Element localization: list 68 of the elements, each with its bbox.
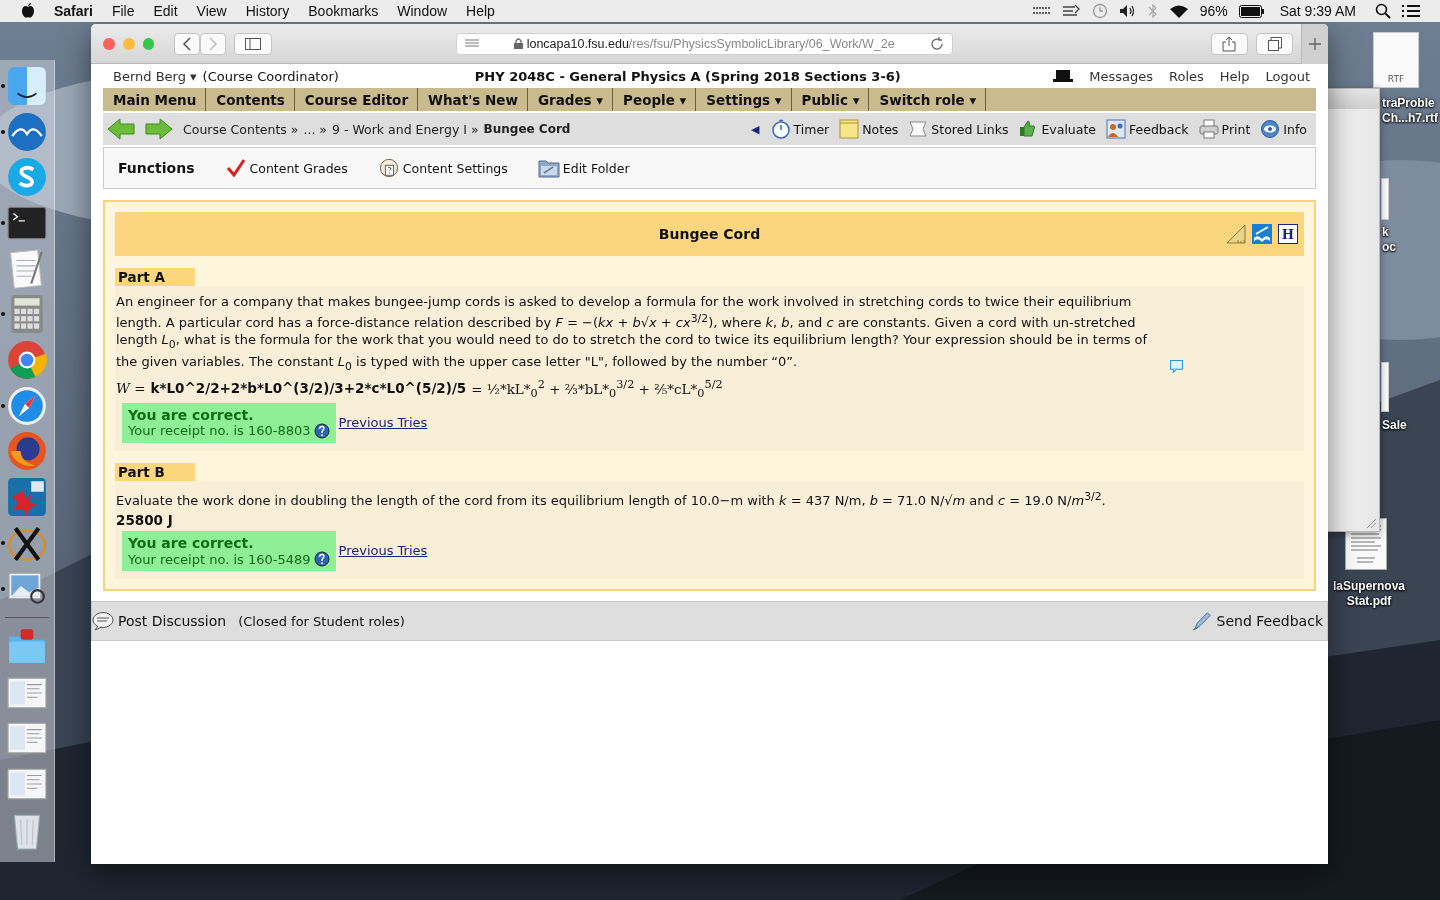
header-link[interactable]: Roles <box>1169 68 1204 84</box>
submitted-answer: k*L0^2/2+2*b*L0^(3/2)/3+2*c*L0^(5/2)/5 <box>150 380 467 396</box>
menu-item[interactable]: Window <box>397 3 448 19</box>
answer-variable: W = <box>116 380 146 396</box>
menu-item[interactable]: Edit <box>153 3 178 19</box>
collapse-toggle[interactable]: ◀ <box>751 122 760 136</box>
tool-link[interactable]: Evaluate <box>1041 121 1097 137</box>
discussion-note: (Closed for Student roles) <box>238 613 405 629</box>
nav-link[interactable]: Main Menu <box>103 88 207 111</box>
header-link[interactable]: Help <box>1219 68 1250 84</box>
breadcrumb-link[interactable]: Course Contents » <box>183 121 299 137</box>
header-link[interactable]: Messages <box>1089 68 1154 84</box>
tool-link[interactable]: Stored Links <box>931 121 1009 137</box>
status-text: You are correct. <box>128 535 255 552</box>
header-link[interactable]: Logout <box>1265 68 1310 84</box>
nav-link[interactable]: Grades ▾ <box>527 88 614 111</box>
user-menu[interactable]: Bernd Berg ▾ <box>113 68 197 84</box>
functions-label: Functions <box>118 160 195 176</box>
previous-tries-link[interactable]: Previous Tries <box>338 543 428 559</box>
file-name[interactable]: Ch...h7.rtf <box>1382 111 1438 126</box>
question-text: An engineer for a company that makes bungee-jump cords is asked to develop a formula for the work involved in stretching cords to twice their equilibrium length. A particular cord has a force-distance relation described by F = −(kx + b√x + cx$^{3/2}$), where k, b, and c are constants. Given a cord with un-stretched length L$_{0}$, what is the formula for the work that you would need to do to stretch the cord to twice its equilibrium length? Your expression should be in terms of the given variables. The constant L$_{0}$ is typed with the upper case letter "L", followed by the number “0”. <box>116 293 1149 375</box>
menu-item[interactable]: File <box>111 3 135 19</box>
tool-link[interactable]: Print <box>1221 121 1251 137</box>
question-text: Evaluate the work done in doubling the length of the cord from its equilibrium length of 10.0−m with k = 437 N/m, b = 71.0 N/√m and c = 19.0 N/m$^{3/2}$. <box>116 488 1107 510</box>
course-title: PHY 2048C - General Physics A (Spring 2018 Sections 3-6) <box>474 68 901 84</box>
menu-item[interactable]: History <box>245 3 290 19</box>
menu-clock[interactable]: Sat 9:39 AM <box>1279 3 1356 19</box>
nav-link[interactable]: Public ▾ <box>791 88 870 111</box>
tool-link[interactable]: Feedback <box>1129 121 1189 137</box>
role-label: (Course Coordinator) <box>202 68 339 84</box>
status-text: You are correct. <box>128 406 255 423</box>
tool-link[interactable]: Info <box>1283 121 1307 137</box>
current-page: Bungee Cord <box>483 122 571 136</box>
part-label: Part B <box>115 462 195 481</box>
nav-link[interactable]: People ▾ <box>613 88 697 111</box>
nav-link[interactable]: What's New <box>418 88 528 111</box>
menu-item[interactable]: Bookmarks <box>308 3 379 19</box>
nav-link[interactable]: Contents <box>206 88 295 111</box>
menu-item[interactable]: View <box>196 3 227 19</box>
part-label: Part A <box>115 268 195 286</box>
tool-link[interactable]: Timer <box>793 121 830 137</box>
menu-item[interactable]: Help <box>466 3 495 19</box>
problem-title: Bungee Cord <box>658 226 761 242</box>
address-bar[interactable]: loncapa10.fsu.edu/res/fsu/PhysicsSymbolicLibrary/06_Work/W_2e <box>455 32 953 55</box>
breadcrumb-link[interactable]: 9 - Work and Energy I » <box>332 121 479 137</box>
function-link[interactable]: Content Grades <box>249 160 348 176</box>
battery-percent: 96% <box>1199 3 1228 19</box>
tool-link[interactable]: Notes <box>862 121 899 137</box>
function-link[interactable]: Edit Folder <box>562 160 630 176</box>
url-text: loncapa10.fsu.edu/res/fsu/PhysicsSymbolicLibrary/06_Work/W_2e <box>526 36 895 51</box>
file-name[interactable]: traProble <box>1382 96 1438 111</box>
nav-link[interactable]: Course Editor <box>294 88 419 111</box>
post-discussion-link[interactable]: Post Discussion <box>118 613 227 630</box>
function-link[interactable]: Content Settings <box>402 160 508 176</box>
breadcrumb-link[interactable]: ... » <box>303 121 327 137</box>
previous-tries-link[interactable]: Previous Tries <box>338 414 428 430</box>
file-name[interactable]: laSupernova <box>1333 579 1405 594</box>
submitted-answer: 25800 J <box>116 512 173 529</box>
nav-link[interactable]: Switch role ▾ <box>869 88 987 111</box>
receipt-text: Your receipt no. is 160-5489 <box>128 551 311 567</box>
app-menu[interactable]: Safari <box>54 3 93 19</box>
document-icon[interactable]: RTF <box>1373 32 1419 88</box>
file-name[interactable]: Stat.pdf <box>1346 594 1392 609</box>
send-feedback-link[interactable]: Send Feedback <box>1216 613 1323 630</box>
letter-h-icon[interactable]: H <box>1278 224 1298 244</box>
nav-link[interactable]: Settings ▾ <box>696 88 792 111</box>
receipt-text: Your receipt no. is 160-8803 <box>128 423 311 439</box>
file-name[interactable]: Sale <box>1382 418 1407 433</box>
